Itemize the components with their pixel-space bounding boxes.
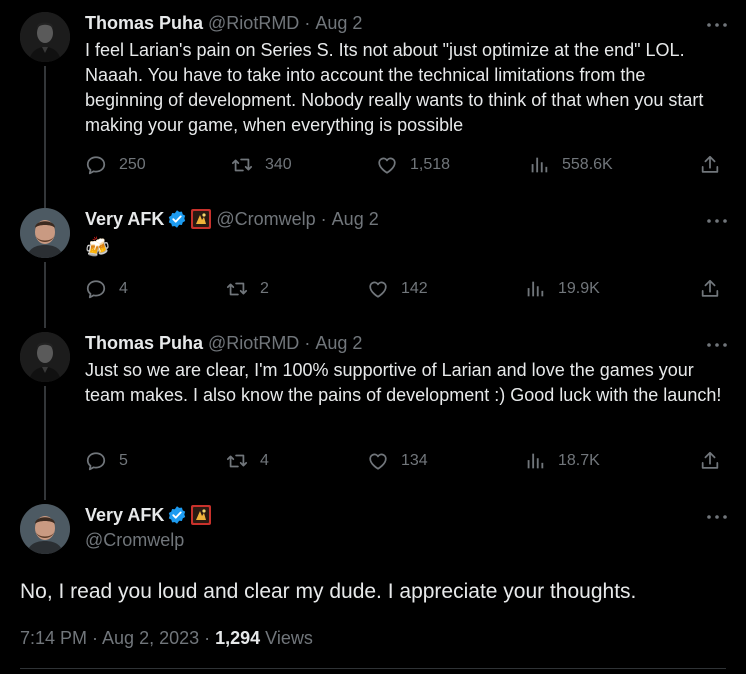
more-icon[interactable] bbox=[706, 338, 728, 352]
author-name[interactable]: Thomas Puha bbox=[85, 13, 203, 34]
like-icon bbox=[367, 278, 389, 300]
author-handle-row: @Cromwelp bbox=[85, 529, 184, 551]
retweet-count: 4 bbox=[260, 452, 269, 469]
verified-badge-icon[interactable] bbox=[167, 505, 187, 525]
separator-dot: · bbox=[304, 12, 311, 33]
retweet-button[interactable]: 4 bbox=[226, 450, 269, 472]
tweet-actions: 250 340 1,518 558.6K bbox=[85, 154, 725, 178]
author-name[interactable]: Very AFK bbox=[85, 505, 164, 526]
author-handle[interactable]: @RiotRMD bbox=[208, 333, 299, 354]
views-button[interactable]: 558.6K bbox=[528, 154, 613, 176]
like-button[interactable]: 1,518 bbox=[376, 154, 450, 176]
tweet-text: 🍻 bbox=[85, 237, 110, 259]
like-button[interactable]: 142 bbox=[367, 278, 428, 300]
tweet-text: I feel Larian's pain on Series S. Its no… bbox=[85, 40, 704, 135]
thread-connector bbox=[44, 66, 46, 208]
tweet-header: Thomas Puha @RiotRMD · Aug 2 bbox=[85, 12, 362, 34]
like-count: 134 bbox=[401, 452, 428, 469]
reply-count: 4 bbox=[119, 280, 128, 297]
views-button[interactable]: 18.7K bbox=[524, 450, 600, 472]
tweet-date[interactable]: Aug 2 bbox=[315, 13, 362, 34]
retweet-button[interactable]: 340 bbox=[231, 154, 292, 176]
author-handle[interactable]: @Cromwelp bbox=[85, 530, 184, 551]
share-icon bbox=[699, 450, 721, 472]
verified-badge-icon[interactable] bbox=[167, 209, 187, 229]
avatar[interactable] bbox=[20, 208, 70, 258]
views-icon bbox=[524, 450, 546, 472]
author-handle[interactable]: @Cromwelp bbox=[216, 209, 315, 230]
like-icon bbox=[376, 154, 398, 176]
reply-icon bbox=[85, 154, 107, 176]
affiliate-flair-icon[interactable] bbox=[191, 209, 211, 229]
views-icon bbox=[524, 278, 546, 300]
reply-icon bbox=[85, 278, 107, 300]
tweet-header: Very AFK bbox=[85, 504, 211, 526]
share-button[interactable] bbox=[699, 154, 721, 176]
share-icon bbox=[699, 154, 721, 176]
like-button[interactable]: 134 bbox=[367, 450, 428, 472]
author-name[interactable]: Thomas Puha bbox=[85, 333, 203, 354]
tweet-text: Just so we are clear, I'm 100% supportiv… bbox=[85, 360, 722, 405]
tweet-actions: 4 2 142 19.9K bbox=[85, 278, 725, 302]
reply-icon bbox=[85, 450, 107, 472]
reply-count: 250 bbox=[119, 156, 146, 173]
author-handle[interactable]: @RiotRMD bbox=[208, 13, 299, 34]
retweet-icon bbox=[226, 450, 248, 472]
views-count: 18.7K bbox=[558, 452, 600, 469]
tweet-header: Thomas Puha @RiotRMD · Aug 2 bbox=[85, 332, 362, 354]
reply-button[interactable]: 4 bbox=[85, 278, 128, 300]
separator-dot: · bbox=[304, 332, 311, 353]
focused-tweet-text: No, I read you loud and clear my dude. I… bbox=[20, 580, 637, 603]
retweet-count: 2 bbox=[260, 280, 269, 297]
reply-button[interactable]: 5 bbox=[85, 450, 128, 472]
divider bbox=[20, 668, 726, 669]
views-count: 1,294 bbox=[215, 628, 261, 648]
author-name[interactable]: Very AFK bbox=[85, 209, 164, 230]
thread-connector bbox=[44, 386, 46, 500]
like-icon bbox=[367, 450, 389, 472]
retweet-button[interactable]: 2 bbox=[226, 278, 269, 300]
avatar[interactable] bbox=[20, 12, 70, 62]
tweet-metadata: 7:14 PM · Aug 2, 2023 · 1,294 Views bbox=[20, 628, 313, 649]
like-count: 142 bbox=[401, 280, 428, 297]
views-label: Views bbox=[260, 628, 313, 648]
share-button[interactable] bbox=[699, 450, 721, 472]
more-icon[interactable] bbox=[706, 18, 728, 32]
tweet-date[interactable]: Aug 2 bbox=[315, 333, 362, 354]
views-count: 19.9K bbox=[558, 280, 600, 297]
tweet-date[interactable]: Aug 2 bbox=[332, 209, 379, 230]
like-count: 1,518 bbox=[410, 156, 451, 173]
avatar[interactable] bbox=[20, 504, 70, 554]
share-icon bbox=[699, 278, 721, 300]
avatar[interactable] bbox=[20, 332, 70, 382]
reply-button[interactable]: 250 bbox=[85, 154, 146, 176]
tweet-timestamp[interactable]: 7:14 PM · Aug 2, 2023 · bbox=[20, 628, 215, 648]
views-icon bbox=[528, 154, 550, 176]
more-icon[interactable] bbox=[706, 214, 728, 228]
views-button[interactable]: 19.9K bbox=[524, 278, 600, 300]
more-icon[interactable] bbox=[706, 510, 728, 524]
retweet-icon bbox=[226, 278, 248, 300]
share-button[interactable] bbox=[699, 278, 721, 300]
retweet-count: 340 bbox=[265, 156, 292, 173]
tweet-actions: 5 4 134 18.7K bbox=[85, 450, 725, 474]
reply-count: 5 bbox=[119, 452, 128, 469]
retweet-icon bbox=[231, 154, 253, 176]
thread-connector bbox=[44, 262, 46, 328]
views-count: 558.6K bbox=[562, 156, 613, 173]
tweet-header: Very AFK @Cromwelp · Aug 2 bbox=[85, 208, 379, 230]
separator-dot: · bbox=[320, 208, 327, 229]
affiliate-flair-icon[interactable] bbox=[191, 505, 211, 525]
